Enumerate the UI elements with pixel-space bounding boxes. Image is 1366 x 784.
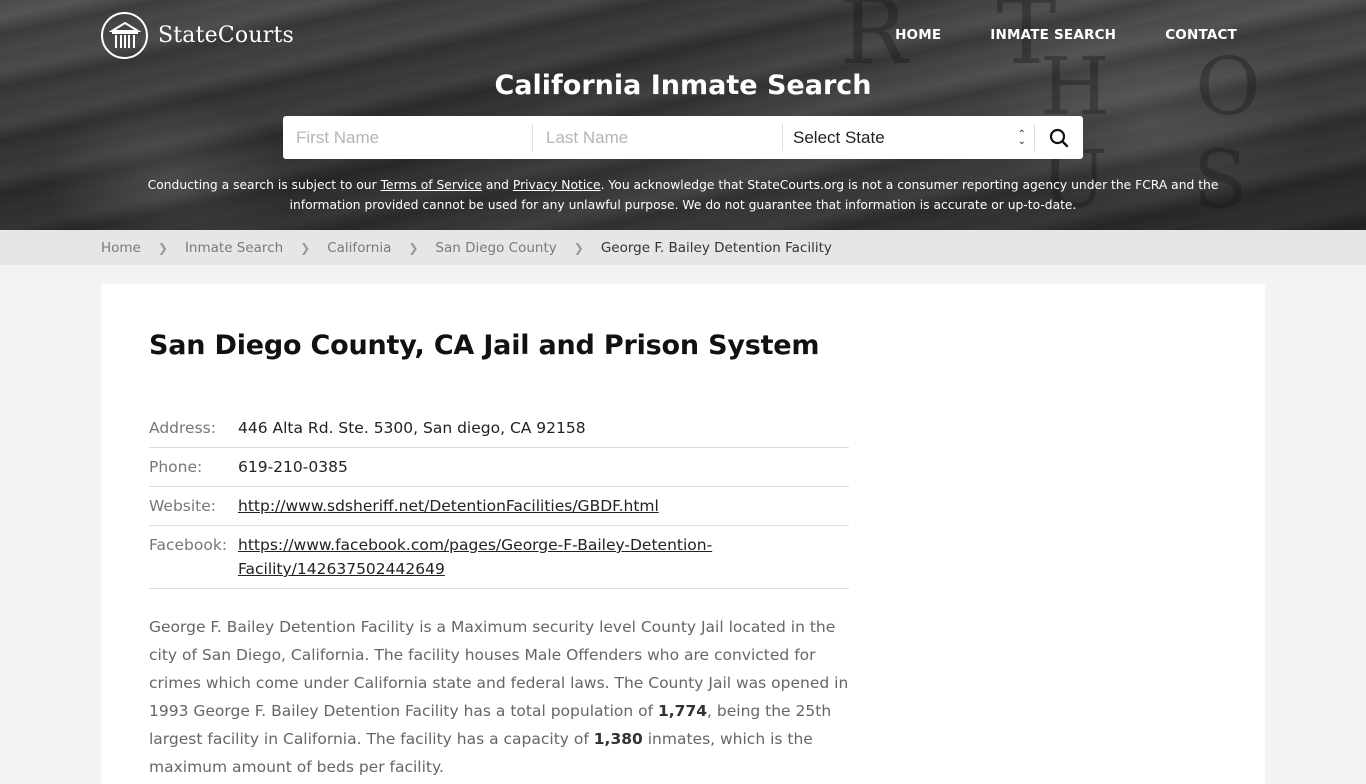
main-nav: HOME INMATE SEARCH CONTACT (846, 27, 1237, 43)
state-select[interactable]: Select State ⌃ ⌄ (783, 124, 1035, 151)
facility-description: George F. Bailey Detention Facility is a… (149, 613, 849, 781)
capacity-value: 1,380 (593, 730, 643, 748)
hero-header: R T H O U S E StateCourts HOME INMATE SE… (0, 0, 1366, 230)
hero-title: California Inmate Search (494, 70, 872, 101)
chevron-right-icon: ❯ (573, 240, 584, 255)
breadcrumb-current: George F. Bailey Detention Facility (600, 239, 832, 256)
facebook-link-line2: Facility/142637502442649 (238, 560, 445, 578)
address-value: 446 Alta Rd. Ste. 5300, San diego, CA 92… (238, 409, 849, 448)
facebook-link-line1: https://www.facebook.com/pages/George-F-… (238, 536, 713, 554)
info-row-phone: Phone: 619-210-0385 (149, 447, 849, 487)
search-icon (1049, 128, 1069, 147)
terms-of-service-link[interactable]: Terms of Service (381, 178, 482, 192)
search-disclaimer: Conducting a search is subject to our Te… (120, 175, 1246, 215)
chevron-right-icon: ❯ (157, 240, 168, 255)
phone-value: 619-210-0385 (238, 447, 849, 487)
breadcrumb-california[interactable]: California (327, 240, 391, 256)
privacy-notice-link[interactable]: Privacy Notice (513, 178, 601, 192)
breadcrumb-home[interactable]: Home (101, 240, 141, 256)
address-label: Address: (149, 409, 238, 448)
search-button[interactable] (1035, 116, 1083, 159)
breadcrumb-san-diego-county[interactable]: San Diego County (435, 240, 556, 256)
facebook-label: Facebook: (149, 525, 238, 589)
last-name-input[interactable] (533, 124, 783, 151)
info-row-website: Website: http://www.sdsheriff.net/Detent… (149, 486, 849, 526)
facility-info-table: Address: 446 Alta Rd. Ste. 5300, San die… (149, 409, 849, 589)
courthouse-icon (101, 12, 148, 59)
nav-home[interactable]: HOME (895, 27, 941, 43)
state-select-value: Select State (793, 127, 885, 147)
breadcrumb-inmate-search[interactable]: Inmate Search (185, 240, 283, 256)
first-name-input[interactable] (283, 124, 533, 151)
facebook-link[interactable]: https://www.facebook.com/pages/George-F-… (238, 536, 712, 578)
chevron-right-icon: ❯ (300, 240, 311, 255)
population-value: 1,774 (658, 702, 708, 720)
disclaimer-text: Conducting a search is subject to our (147, 178, 381, 192)
disclaimer-text: and (481, 178, 513, 192)
logo[interactable]: StateCourts (101, 12, 294, 59)
website-label: Website: (149, 486, 238, 526)
logo-text: StateCourts (158, 23, 294, 48)
info-row-facebook: Facebook: https://www.facebook.com/pages… (149, 525, 849, 589)
website-link[interactable]: http://www.sdsheriff.net/DetentionFacili… (238, 497, 659, 515)
content-card: San Diego County, CA Jail and Prison Sys… (101, 284, 1265, 784)
nav-inmate-search[interactable]: INMATE SEARCH (990, 27, 1116, 43)
phone-label: Phone: (149, 447, 238, 487)
nav-contact[interactable]: CONTACT (1165, 27, 1237, 43)
page-title: San Diego County, CA Jail and Prison Sys… (149, 330, 820, 361)
info-row-address: Address: 446 Alta Rd. Ste. 5300, San die… (149, 409, 849, 448)
select-arrows-icon: ⌃ ⌄ (1017, 128, 1026, 147)
breadcrumb: Home ❯ Inmate Search ❯ California ❯ San … (0, 230, 1366, 265)
inmate-search-form: Select State ⌃⌄ (283, 116, 1083, 159)
chevron-right-icon: ❯ (408, 240, 419, 255)
